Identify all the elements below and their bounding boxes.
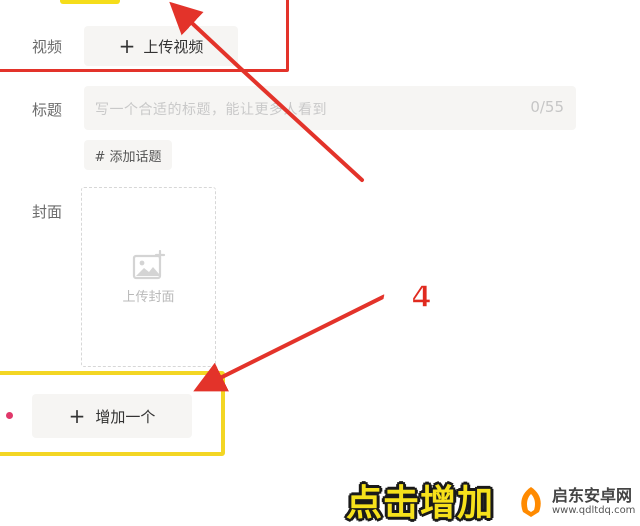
- tutorial-caption: 点击增加: [346, 483, 495, 524]
- annotation-arrows: [169, 1, 387, 392]
- watermark-name: 启东安卓网: [552, 485, 633, 505]
- arrow-to-upload-area: [169, 1, 364, 182]
- watermark: 启东安卓网 www.qdltdq.com: [514, 480, 640, 523]
- watermark-logo-icon: [521, 486, 541, 517]
- arrow-to-add-button: [193, 294, 387, 392]
- watermark-url: www.qdltdq.com: [552, 504, 636, 516]
- step-label: 第4步: [381, 279, 461, 316]
